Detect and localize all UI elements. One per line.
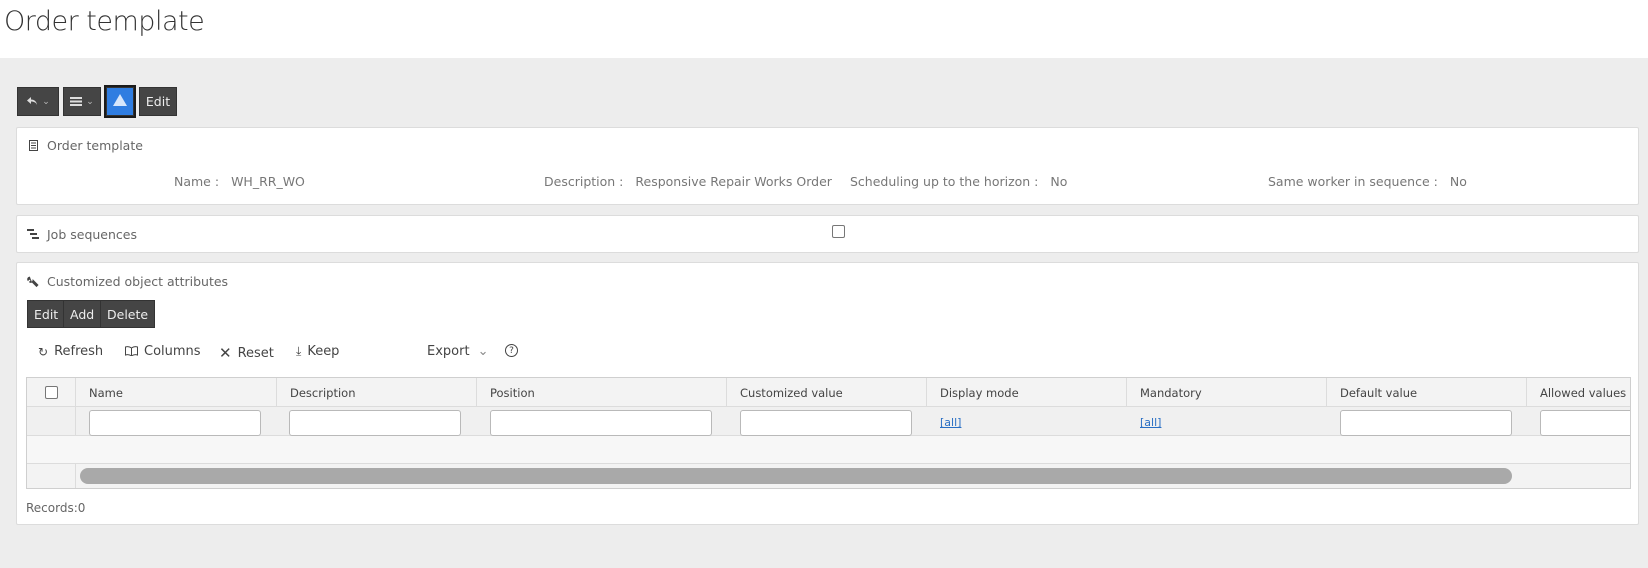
help-button[interactable]: ? xyxy=(505,344,518,357)
order-template-panel: Order template Name : WH_RR_WO Descripti… xyxy=(16,127,1639,205)
select-all-checkbox[interactable] xyxy=(45,386,58,399)
document-icon xyxy=(27,140,39,152)
title-bar: Order template xyxy=(0,0,1648,58)
chevron-down-icon: ⌄ xyxy=(86,96,94,107)
scheduling-field: Scheduling up to the horizon : No xyxy=(850,174,1067,189)
hamburger-icon xyxy=(70,95,83,109)
attr-edit-button[interactable]: Edit xyxy=(27,300,66,328)
field-label: Description : xyxy=(544,174,624,189)
attributes-grid: Name Description Position Customized val… xyxy=(26,377,1631,489)
help-icon: ? xyxy=(505,344,518,357)
refresh-icon: ↻ xyxy=(38,344,49,359)
allowed-values-filter-input[interactable] xyxy=(1540,410,1630,436)
name-field: Name : WH_RR_WO xyxy=(174,174,305,189)
refresh-label: Refresh xyxy=(54,344,104,359)
triangle-icon xyxy=(113,94,127,109)
display-mode-filter-all-link[interactable]: [all] xyxy=(940,416,961,429)
panel-header: Customized object attributes xyxy=(27,274,228,289)
job-sequences-checkbox[interactable] xyxy=(832,225,845,238)
undo-icon xyxy=(26,95,38,109)
same-worker-field: Same worker in sequence : No xyxy=(1268,174,1467,189)
column-header-display-mode[interactable]: Display mode xyxy=(926,378,1126,407)
export-button[interactable]: Export ⌄ xyxy=(427,344,488,359)
refresh-button[interactable]: ↻ Refresh xyxy=(38,344,103,359)
panel-title: Order template xyxy=(47,138,143,153)
filter-row: [all] [all] xyxy=(27,407,1630,436)
wrench-icon xyxy=(27,276,39,288)
horizontal-scroll-track xyxy=(27,464,1630,488)
field-label: Name : xyxy=(174,174,220,189)
close-icon: ✕ xyxy=(219,344,232,362)
keep-label: Keep xyxy=(307,344,340,359)
chevron-down-icon: ⌄ xyxy=(477,344,489,359)
panel-header[interactable]: Job sequences xyxy=(27,227,137,242)
field-value: No xyxy=(1050,174,1068,189)
back-menu-button[interactable]: ⌄ xyxy=(17,87,59,116)
export-label: Export xyxy=(427,344,470,359)
name-filter-input[interactable] xyxy=(89,410,261,436)
page-title: Order template xyxy=(4,6,205,37)
description-field: Description : Responsive Repair Works Or… xyxy=(544,174,832,189)
field-value: WH_RR_WO xyxy=(231,174,305,189)
chevron-down-icon: ⌄ xyxy=(42,96,50,107)
mandatory-filter-all-link[interactable]: [all] xyxy=(1140,416,1161,429)
panel-header: Order template xyxy=(27,138,143,153)
grid-header: Name Description Position Customized val… xyxy=(27,378,1630,407)
column-header-name[interactable]: Name xyxy=(75,378,274,407)
pin-icon: ⤓ xyxy=(296,344,302,358)
column-divider xyxy=(75,407,76,436)
panel-title: Job sequences xyxy=(47,227,137,242)
edit-button[interactable]: Edit xyxy=(139,87,177,116)
job-sequences-panel: Job sequences xyxy=(16,215,1639,253)
description-filter-input[interactable] xyxy=(289,410,461,436)
list-menu-button[interactable]: ⌄ xyxy=(63,87,101,116)
column-divider xyxy=(75,464,76,488)
book-icon xyxy=(125,345,138,359)
default-value-filter-input[interactable] xyxy=(1340,410,1512,436)
reset-button[interactable]: ✕ Reset xyxy=(219,344,274,362)
reset-label: Reset xyxy=(237,345,274,361)
column-header-customized-value[interactable]: Customized value xyxy=(726,378,926,407)
column-header-default-value[interactable]: Default value xyxy=(1326,378,1526,407)
horizontal-scrollbar[interactable] xyxy=(80,468,1512,484)
keep-button[interactable]: ⤓ Keep xyxy=(296,344,339,359)
column-header-mandatory[interactable]: Mandatory xyxy=(1126,378,1326,407)
warning-button[interactable] xyxy=(104,85,136,118)
attr-add-button[interactable]: Add xyxy=(63,300,102,328)
columns-label: Columns xyxy=(144,344,201,359)
column-header-allowed-values[interactable]: Allowed values xyxy=(1526,378,1630,407)
tree-icon xyxy=(27,229,39,241)
field-value: Responsive Repair Works Order xyxy=(635,174,832,189)
column-header-description[interactable]: Description xyxy=(276,378,475,407)
position-filter-input[interactable] xyxy=(490,410,712,436)
field-value: No xyxy=(1449,174,1467,189)
attr-delete-button[interactable]: Delete xyxy=(100,300,156,328)
column-header-position[interactable]: Position xyxy=(476,378,726,407)
empty-row xyxy=(27,436,1630,464)
field-label: Scheduling up to the horizon : xyxy=(850,174,1039,189)
field-label: Same worker in sequence : xyxy=(1268,174,1438,189)
columns-button[interactable]: Columns xyxy=(125,344,201,359)
panel-title: Customized object attributes xyxy=(47,274,229,289)
records-count: Records:0 xyxy=(26,501,86,515)
customized-value-filter-input[interactable] xyxy=(740,410,912,436)
